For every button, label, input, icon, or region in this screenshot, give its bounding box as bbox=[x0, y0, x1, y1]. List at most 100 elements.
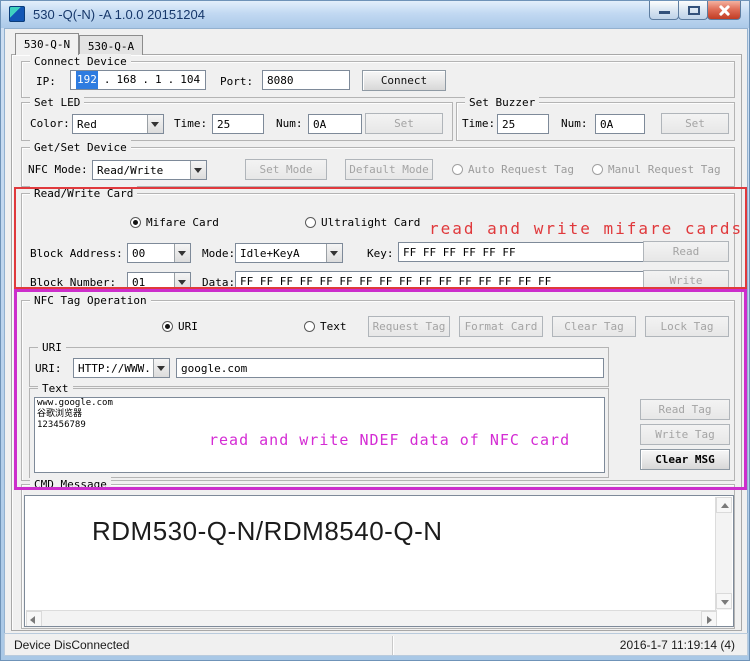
led-color-label: Color: bbox=[30, 117, 70, 130]
nfc-mode-select[interactable]: Read/Write bbox=[92, 160, 207, 180]
text-group-legend: Text bbox=[38, 381, 73, 396]
nfc-mode-value: Read/Write bbox=[97, 164, 163, 177]
auto-request-tag-radio[interactable]: Auto Request Tag bbox=[452, 163, 574, 176]
manual-request-tag-label: Manul Request Tag bbox=[608, 163, 721, 176]
text-line: www.google.com bbox=[35, 398, 604, 409]
get-set-device-group: Get/Set Device NFC Mode: Read/Write Set … bbox=[21, 147, 735, 187]
app-icon bbox=[9, 6, 25, 22]
nfc-tag-operation-group: NFC Tag Operation URI Text Request Tag F… bbox=[21, 300, 735, 481]
block-number-dropdown-button bbox=[174, 273, 190, 291]
text-radio[interactable]: Text bbox=[304, 320, 347, 333]
set-led-legend: Set LED bbox=[30, 95, 84, 110]
close-button[interactable] bbox=[707, 1, 741, 20]
window-controls bbox=[650, 1, 741, 20]
ip-dot: . bbox=[104, 71, 111, 89]
tab-530-q-n[interactable]: 530-Q-N bbox=[15, 33, 79, 55]
nfc-mode-label: NFC Mode: bbox=[28, 163, 88, 176]
read-button[interactable]: Read bbox=[643, 241, 729, 262]
block-address-label: Block Address: bbox=[30, 247, 123, 260]
maximize-icon bbox=[688, 6, 700, 15]
led-num-input[interactable]: 0A bbox=[308, 114, 362, 134]
scroll-right-button[interactable] bbox=[701, 611, 717, 627]
manual-request-tag-radio[interactable]: Manul Request Tag bbox=[592, 163, 721, 176]
buzzer-set-button[interactable]: Set bbox=[661, 113, 729, 134]
radio-circle bbox=[130, 217, 141, 228]
status-separator bbox=[392, 636, 393, 655]
chevron-down-icon bbox=[178, 280, 186, 289]
auto-request-tag-label: Auto Request Tag bbox=[468, 163, 574, 176]
ultralight-card-radio[interactable]: Ultralight Card bbox=[305, 216, 420, 229]
key-label: Key: bbox=[367, 247, 394, 260]
mode-value: Idle+KeyA bbox=[240, 247, 300, 260]
read-write-card-legend: Read/Write Card bbox=[30, 186, 137, 201]
maximize-button[interactable] bbox=[678, 1, 708, 20]
default-mode-button[interactable]: Default Mode bbox=[345, 159, 433, 180]
vertical-scrollbar[interactable] bbox=[715, 497, 732, 610]
scroll-left-icon bbox=[30, 616, 35, 624]
scroll-left-button[interactable] bbox=[26, 611, 42, 627]
set-buzzer-legend: Set Buzzer bbox=[465, 95, 539, 110]
buzzer-time-label: Time: bbox=[462, 117, 495, 130]
led-color-select[interactable]: Red bbox=[72, 114, 164, 134]
uri-prefix-select[interactable]: HTTP://WWW. bbox=[73, 358, 170, 378]
set-buzzer-group: Set Buzzer Time: 25 Num: 0A Set bbox=[456, 102, 735, 141]
uri-input[interactable]: google.com bbox=[176, 358, 604, 378]
write-button[interactable]: Write bbox=[643, 270, 729, 291]
led-color-value: Red bbox=[77, 118, 97, 131]
request-tag-button[interactable]: Request Tag bbox=[368, 316, 450, 337]
nfc-mode-dropdown-button bbox=[190, 161, 206, 179]
text-line: 123456789 bbox=[35, 420, 604, 431]
led-time-input[interactable]: 25 bbox=[212, 114, 264, 134]
radio-circle bbox=[304, 321, 315, 332]
write-tag-button[interactable]: Write Tag bbox=[640, 424, 730, 445]
format-card-button[interactable]: Format Card bbox=[459, 316, 543, 337]
radio-circle bbox=[592, 164, 603, 175]
text-content-area[interactable]: www.google.com 谷歌浏览器 123456789 bbox=[34, 397, 605, 473]
tab-530-q-a[interactable]: 530-Q-A bbox=[79, 35, 143, 55]
led-time-label: Time: bbox=[174, 117, 207, 130]
clear-msg-button[interactable]: Clear MSG bbox=[640, 449, 730, 470]
close-icon bbox=[708, 1, 740, 19]
mifare-card-radio[interactable]: Mifare Card bbox=[130, 216, 219, 229]
block-address-select[interactable]: 00 bbox=[127, 243, 191, 263]
uri-label: URI: bbox=[35, 362, 62, 375]
minimize-button[interactable] bbox=[649, 1, 679, 20]
key-input[interactable]: FF FF FF FF FF FF bbox=[398, 242, 646, 262]
status-datetime-text: 2016-1-7 11:19:14 (4) bbox=[620, 638, 735, 652]
set-mode-button[interactable]: Set Mode bbox=[245, 159, 327, 180]
block-address-value: 00 bbox=[132, 247, 145, 260]
clear-tag-button[interactable]: Clear Tag bbox=[552, 316, 636, 337]
cmd-message-group: CMD Message RDM530-Q-N/RDM8540-Q-N bbox=[21, 484, 735, 629]
cmd-message-area[interactable]: RDM530-Q-N/RDM8540-Q-N bbox=[24, 495, 734, 627]
data-input[interactable]: FF FF FF FF FF FF FF FF FF FF FF FF FF F… bbox=[235, 271, 646, 291]
uri-group: URI URI: HTTP://WWW. google.com bbox=[29, 347, 609, 387]
mode-dropdown-button bbox=[326, 244, 342, 262]
ip-dot: . bbox=[142, 71, 149, 89]
buzzer-time-input[interactable]: 25 bbox=[497, 114, 549, 134]
uri-radio-label: URI bbox=[178, 320, 198, 333]
block-number-label: Block Number: bbox=[30, 276, 116, 289]
led-set-button[interactable]: Set bbox=[365, 113, 443, 134]
mode-select[interactable]: Idle+KeyA bbox=[235, 243, 343, 263]
block-address-dropdown-button bbox=[174, 244, 190, 262]
scroll-down-icon bbox=[721, 600, 729, 605]
port-input[interactable]: 8080 bbox=[262, 70, 350, 90]
scroll-up-button[interactable] bbox=[716, 497, 732, 513]
horizontal-scrollbar[interactable] bbox=[26, 610, 717, 627]
scroll-down-button[interactable] bbox=[716, 593, 732, 609]
led-color-dropdown-button bbox=[147, 115, 163, 133]
block-number-select[interactable]: 01 bbox=[127, 272, 191, 292]
connect-button[interactable]: Connect bbox=[362, 70, 446, 91]
lock-tag-button[interactable]: Lock Tag bbox=[645, 316, 729, 337]
data-label: Data: bbox=[202, 276, 235, 289]
radio-circle bbox=[452, 164, 463, 175]
read-tag-button[interactable]: Read Tag bbox=[640, 399, 730, 420]
ip-octet-1: 192 bbox=[76, 71, 98, 89]
connect-device-group: Connect Device IP: 192 . 168 . 1 . 104 P… bbox=[21, 61, 735, 98]
uri-prefix-value: HTTP://WWW. bbox=[78, 362, 151, 375]
uri-group-legend: URI bbox=[38, 340, 66, 355]
ip-input[interactable]: 192 . 168 . 1 . 104 bbox=[70, 70, 206, 90]
buzzer-num-input[interactable]: 0A bbox=[595, 114, 645, 134]
ip-octet-3: 1 bbox=[155, 71, 162, 89]
uri-radio[interactable]: URI bbox=[162, 320, 198, 333]
